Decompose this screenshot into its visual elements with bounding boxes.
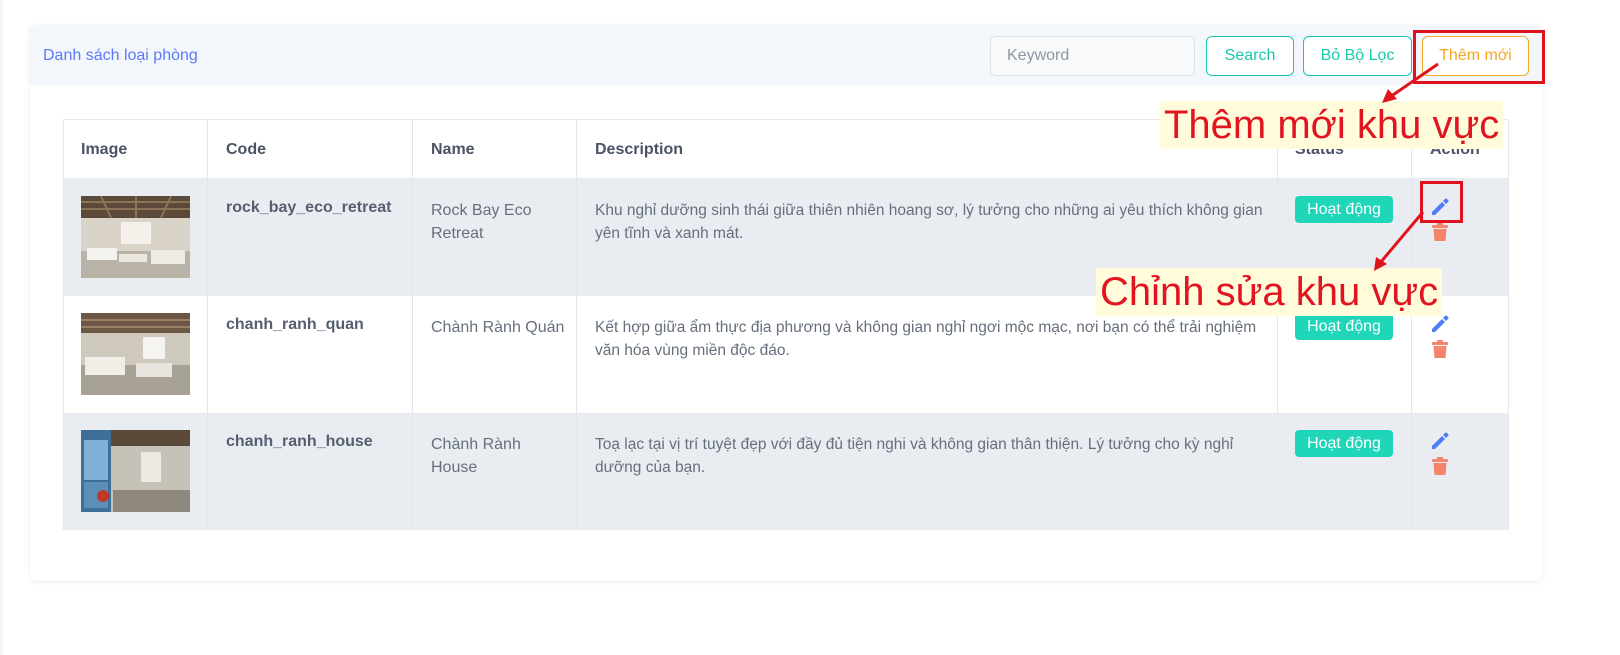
edit-icon-highlight <box>1420 181 1463 223</box>
keyword-search-input[interactable] <box>990 36 1195 76</box>
room-description: Khu nghỉ dưỡng sinh thái giữa thiên nhiê… <box>595 202 1263 242</box>
edit-annotation-label: Chỉnh sửa khu vực <box>1096 268 1443 316</box>
page-title: Danh sách loại phòng <box>43 47 198 64</box>
trash-icon[interactable] <box>1429 338 1451 360</box>
room-type-table: Image Code Name Description Status Actio… <box>63 119 1509 530</box>
status-badge: Hoạt động <box>1295 430 1393 457</box>
column-header-image: Image <box>81 141 128 158</box>
status-badge: Hoạt động <box>1295 313 1393 340</box>
column-header-description: Description <box>595 141 684 158</box>
card-header: Danh sách loại phòng Search Bỏ Bộ Lọc Th… <box>30 25 1542 85</box>
room-description: Toạ lạc tại vị trí tuyệt đẹp với đầy đủ … <box>595 436 1234 476</box>
pencil-icon[interactable] <box>1429 313 1451 335</box>
trash-icon[interactable] <box>1429 455 1451 477</box>
room-name: Rock Bay Eco Retreat <box>431 202 532 242</box>
room-code: chanh_ranh_house <box>226 433 373 450</box>
room-thumbnail <box>81 196 190 278</box>
room-code: rock_bay_eco_retreat <box>226 199 392 216</box>
column-header-name: Name <box>431 141 475 158</box>
search-button[interactable]: Search <box>1206 36 1294 76</box>
add-annotation-label: Thêm mới khu vực <box>1160 101 1504 149</box>
column-header-code: Code <box>226 141 266 158</box>
room-thumbnail <box>81 313 190 395</box>
room-code: chanh_ranh_quan <box>226 316 364 333</box>
room-name: Chành Rành Quán <box>431 319 565 336</box>
table-row: chanh_ranh_house Chành Rành House Toạ lạ… <box>64 413 1508 530</box>
room-thumbnail <box>81 430 190 512</box>
status-badge: Hoạt động <box>1295 196 1393 223</box>
reset-filter-button[interactable]: Bỏ Bộ Lọc <box>1303 36 1412 76</box>
add-button-highlight <box>1413 30 1545 84</box>
trash-icon[interactable] <box>1429 221 1451 243</box>
room-description: Kết hợp giữa ẩm thực địa phương và không… <box>595 319 1257 359</box>
room-name: Chành Rành House <box>431 436 521 476</box>
pencil-icon[interactable] <box>1429 430 1451 452</box>
